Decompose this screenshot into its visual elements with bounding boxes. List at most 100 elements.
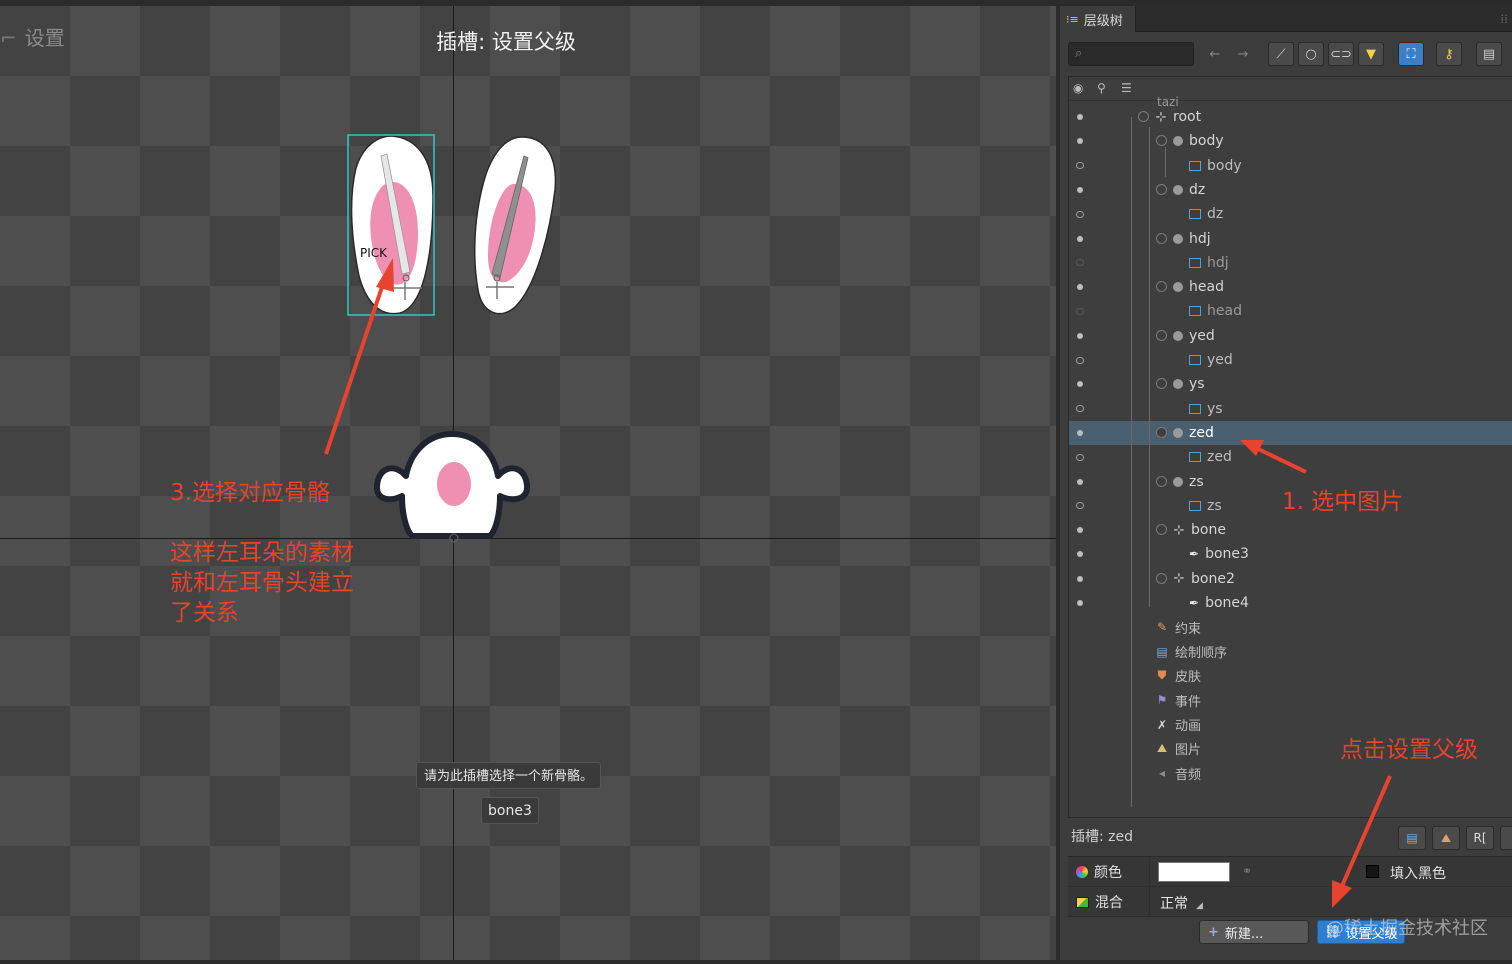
- tree-row-attachment[interactable]: body: [1069, 154, 1512, 178]
- tree-row-bone[interactable]: ⊹ root: [1069, 105, 1512, 129]
- tree-row-attachment[interactable]: head: [1069, 299, 1512, 323]
- visibility-dot-icon[interactable]: [1076, 575, 1084, 583]
- tree-expand-icon[interactable]: ☰: [1121, 81, 1132, 95]
- tree-row-slot[interactable]: ys: [1069, 372, 1512, 396]
- expand-toggle[interactable]: [1156, 572, 1167, 584]
- tree-node: yed: [1189, 352, 1233, 368]
- visibility-link-icon[interactable]: [1076, 259, 1084, 267]
- visibility-glyph: [1077, 551, 1083, 558]
- expand-toggle[interactable]: [1156, 281, 1167, 293]
- filter-bones-button[interactable]: ⟋: [1268, 42, 1294, 66]
- annotation-step3: 3.选择对应骨骼: [170, 480, 330, 506]
- tree-row-slot[interactable]: zed: [1069, 420, 1512, 445]
- spine-editor-window: ⌐ 设置 插槽: 设置父级 PICK 3.选择对应骨骼 这样左耳朵的素材 就和左…: [0, 0, 1512, 964]
- expand-toggle[interactable]: [1156, 475, 1167, 487]
- rabbit-body-artwork[interactable]: [374, 431, 530, 543]
- visibility-link-icon[interactable]: [1076, 210, 1084, 218]
- expand-toggle[interactable]: [1156, 329, 1167, 341]
- key-tool-button[interactable]: ⚷: [1436, 42, 1462, 66]
- visibility-dot-icon[interactable]: [1076, 526, 1084, 534]
- expand-toggle[interactable]: [1156, 135, 1167, 147]
- collapse-button[interactable]: ▤: [1476, 42, 1502, 66]
- tree-row-attachment[interactable]: ys: [1069, 397, 1512, 421]
- region-attachment-icon: [1189, 452, 1201, 463]
- expand-toggle[interactable]: [1156, 232, 1167, 244]
- visibility-link-icon[interactable]: [1076, 162, 1084, 170]
- visibility-dot-icon[interactable]: [1076, 113, 1084, 121]
- visibility-link-icon[interactable]: [1076, 453, 1084, 461]
- visibility-dot-icon[interactable]: [1076, 478, 1084, 486]
- tree-node-label: body: [1189, 133, 1224, 150]
- slot-ri-button[interactable]: R[: [1466, 826, 1494, 850]
- editor-viewport[interactable]: ⌐ 设置 插槽: 设置父级 PICK 3.选择对应骨骼 这样左耳朵的素材 就和左…: [0, 6, 1056, 960]
- visibility-dot-icon[interactable]: [1076, 332, 1084, 340]
- visibility-glyph: [1076, 210, 1084, 218]
- tree-node: ⊹ bone2: [1173, 571, 1235, 587]
- tree-row-attachment[interactable]: hdj: [1069, 251, 1512, 275]
- filter-constraints-button[interactable]: ▼: [1358, 42, 1384, 66]
- visibility-dot-icon[interactable]: [1076, 186, 1084, 194]
- tree-node: hdj: [1173, 231, 1211, 247]
- visibility-link-icon[interactable]: [1076, 307, 1084, 315]
- tree-row-slot[interactable]: body: [1069, 129, 1512, 153]
- search-input[interactable]: ⌕: [1068, 42, 1194, 66]
- tree-node: zed: [1189, 449, 1232, 465]
- tree-row-section[interactable]: ⛊ 皮肤: [1069, 664, 1512, 688]
- expand-toggle[interactable]: [1156, 524, 1167, 536]
- tree-row-bone[interactable]: ⊹ bone: [1069, 518, 1512, 542]
- tree-row-slot[interactable]: hdj: [1069, 227, 1512, 251]
- slot-image-button[interactable]: ⛰: [1432, 826, 1460, 850]
- focus-selection-button[interactable]: ⛶: [1398, 42, 1424, 66]
- visibility-link-icon[interactable]: [1076, 405, 1084, 413]
- hovered-bone-chip[interactable]: bone3: [481, 797, 539, 824]
- fill-black-checkbox[interactable]: [1366, 865, 1379, 878]
- visibility-dot-icon[interactable]: [1076, 550, 1084, 558]
- tree-row-bone-leaf[interactable]: ✒ bone3: [1069, 542, 1512, 566]
- filter-slots-button[interactable]: ○: [1298, 42, 1324, 66]
- bone-icon: ⊹: [1155, 109, 1167, 125]
- tree-row-attachment[interactable]: yed: [1069, 348, 1512, 372]
- color-link-icon[interactable]: ⚭: [1242, 864, 1252, 878]
- expand-toggle[interactable]: [1156, 183, 1167, 195]
- tree-row-section[interactable]: ⚑ 事件: [1069, 688, 1512, 712]
- right-ear-artwork[interactable]: [473, 136, 557, 315]
- forward-arrow-icon[interactable]: →: [1230, 42, 1256, 66]
- back-arrow-icon[interactable]: ←: [1202, 42, 1228, 66]
- expand-toggle[interactable]: [1156, 378, 1167, 390]
- slot-more-button[interactable]: [1500, 826, 1512, 850]
- visibility-dot-icon[interactable]: [1076, 235, 1084, 243]
- eye-icon[interactable]: ◉: [1073, 81, 1083, 95]
- tree-row-attachment[interactable]: dz: [1069, 202, 1512, 226]
- slot-icon: [1173, 233, 1183, 244]
- visibility-dot-icon[interactable]: [1076, 283, 1084, 291]
- expand-toggle[interactable]: [1156, 426, 1167, 438]
- tree-node: ✒ bone3: [1189, 546, 1249, 562]
- tree-row-slot[interactable]: yed: [1069, 324, 1512, 348]
- slot-draworder-button[interactable]: ▤: [1398, 826, 1426, 850]
- tree-row-section[interactable]: ✎ 约束: [1069, 615, 1512, 639]
- tree-row-bone-leaf[interactable]: ✒ bone4: [1069, 591, 1512, 615]
- tree-row-attachment[interactable]: zed: [1069, 445, 1512, 469]
- tree-row-slot[interactable]: dz: [1069, 178, 1512, 202]
- expand-toggle[interactable]: [1138, 111, 1149, 122]
- visibility-link-icon[interactable]: [1076, 502, 1084, 510]
- tree-row-slot[interactable]: head: [1069, 275, 1512, 299]
- bone-filter-icon[interactable]: ⚲: [1097, 81, 1106, 95]
- visibility-glyph: [1076, 162, 1084, 170]
- visibility-dot-icon[interactable]: [1076, 599, 1084, 607]
- visibility-dot-icon[interactable]: [1076, 380, 1084, 388]
- filter-attachments-button[interactable]: ⊂⊃: [1328, 42, 1354, 66]
- tree-row-section[interactable]: ◂ 音频: [1069, 761, 1512, 785]
- visibility-link-icon[interactable]: [1076, 356, 1084, 364]
- constraint-icon: ✎: [1156, 620, 1168, 635]
- visibility-dot-icon[interactable]: [1076, 137, 1084, 145]
- visibility-dot-icon[interactable]: [1076, 429, 1084, 437]
- tree-row-bone[interactable]: ⊹ bone2: [1069, 567, 1512, 591]
- tab-hierarchy[interactable]: ⁝≡ 层级树: [1060, 6, 1136, 32]
- tree-row-section[interactable]: ▤ 绘制顺序: [1069, 640, 1512, 664]
- hierarchy-tree[interactable]: ◉ ⚲ ☰ tazi ⊹ root body body dz dz hdj hdj head he…: [1068, 76, 1512, 818]
- color-swatch[interactable]: [1158, 862, 1230, 882]
- panel-grip-icon[interactable]: ⁞⁞: [1500, 12, 1508, 26]
- new-button[interactable]: + 新建...: [1199, 920, 1309, 944]
- blend-mode-select[interactable]: 正常: [1160, 893, 1188, 913]
